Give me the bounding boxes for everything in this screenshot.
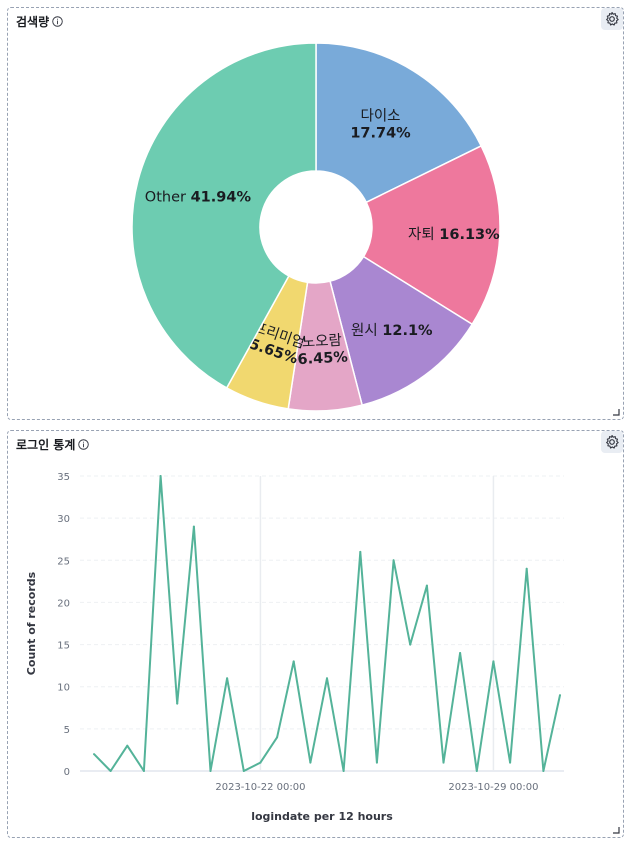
pie-panel: 검색량 다이소 17.74% 자퇴 16.13% 원시 12.1% 노오람6.45% 프리…: [7, 7, 624, 420]
data-point: [276, 736, 279, 739]
y-tick-label: 20: [57, 598, 70, 609]
pie-label-text: 자퇴 16.13%: [408, 226, 500, 243]
pie-label-category: Other: [145, 189, 191, 205]
resize-handle-icon[interactable]: [611, 407, 620, 416]
pie-label-text: Other 41.94%: [145, 189, 252, 205]
data-point: [126, 744, 129, 747]
pie-label-percent: 12.1%: [382, 323, 433, 339]
pie-label-percent: 6.45%: [297, 350, 349, 369]
line-panel: 로그인 통계 0 5 10 15 20 25 30 35 2023-10-22 00:00 202…: [7, 430, 624, 838]
resize-handle-icon[interactable]: [611, 825, 620, 834]
pie-label-percent: 17.74%: [350, 125, 411, 141]
data-point: [292, 660, 295, 663]
pie-slice-label: 자퇴 16.13%: [408, 226, 500, 243]
data-point: [142, 770, 145, 772]
y-tick-label: 15: [57, 641, 70, 652]
pie-label-percent: 41.94%: [191, 189, 252, 205]
data-point: [409, 643, 412, 646]
series-line: [93, 475, 561, 772]
pie-label-text: 원시 12.1%: [351, 322, 433, 339]
data-point: [542, 770, 545, 772]
data-point: [525, 567, 528, 570]
data-point: [159, 475, 162, 477]
data-point: [109, 770, 112, 772]
y-tick-label: 5: [64, 725, 70, 736]
data-point: [326, 677, 328, 680]
data-point: [459, 652, 462, 654]
y-tick-label: 0: [64, 767, 70, 778]
pie-label-category: 원시: [351, 322, 382, 339]
data-point: [226, 677, 229, 680]
y-axis-title: Count of records: [25, 571, 38, 675]
data-point: [509, 761, 512, 764]
line-chart: 0 5 10 15 20 25 30 35 2023-10-22 00:00 2023-10-29…: [25, 472, 564, 823]
pie-label-percent: 16.13%: [439, 227, 500, 243]
y-tick-label: 10: [57, 683, 70, 694]
y-tick-label: 35: [57, 472, 70, 483]
y-tick-label: 25: [57, 556, 70, 567]
y-tick-label: 30: [57, 514, 70, 525]
data-point: [475, 770, 478, 772]
pie-label-category: 노오람: [301, 332, 342, 351]
data-point: [192, 525, 195, 528]
x-tick-label: 2023-10-29 00:00: [448, 782, 538, 793]
data-point: [392, 559, 395, 562]
pie-label-category: 자퇴: [408, 226, 439, 243]
data-point: [425, 584, 428, 587]
data-point: [176, 702, 179, 705]
data-point: [359, 550, 362, 553]
data-point: [93, 753, 95, 756]
pie-label-category: 다이소: [361, 107, 401, 124]
data-point: [375, 761, 378, 764]
data-point: [242, 770, 245, 772]
data-point: [209, 770, 212, 772]
pie-slice-label: 원시 12.1%: [351, 322, 433, 339]
pie-slice-label: Other 41.94%: [145, 189, 252, 205]
data-point: [342, 770, 345, 772]
data-point: [309, 761, 312, 764]
data-point: [559, 694, 561, 697]
x-tick-label: 2023-10-22 00:00: [215, 782, 305, 793]
data-point: [442, 761, 445, 764]
data-point: [259, 761, 262, 764]
pie-chart: 다이소 17.74%자퇴 16.13%원시 12.1%노오람6.45%프리미엄5.…: [131, 42, 501, 412]
x-axis-title: logindate per 12 hours: [251, 810, 393, 823]
data-point: [492, 660, 495, 663]
